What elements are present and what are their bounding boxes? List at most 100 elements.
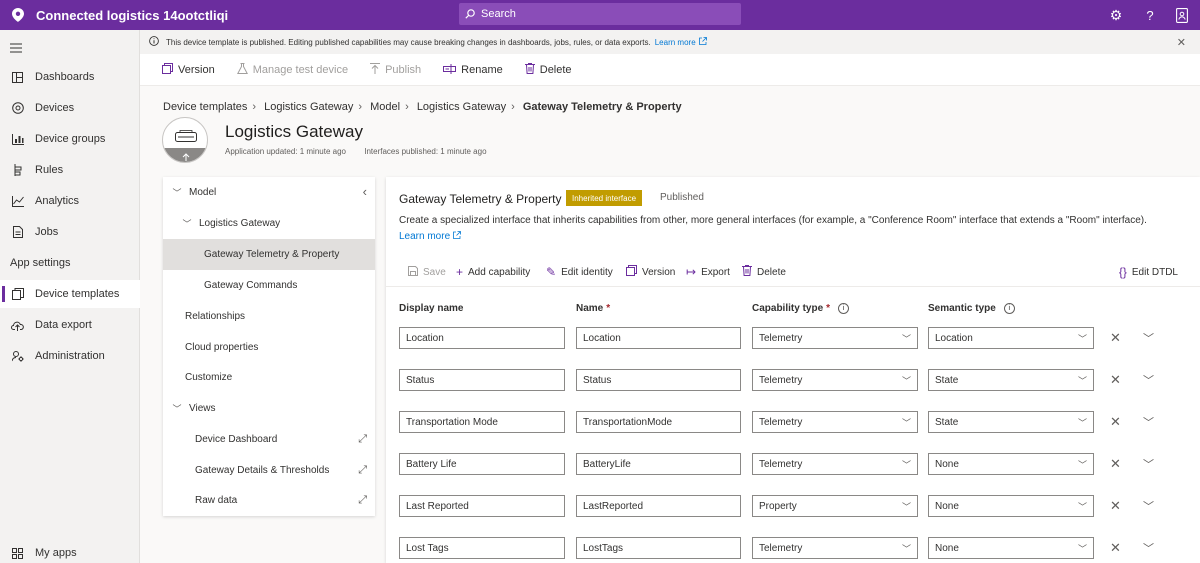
nav-item-my-apps[interactable]: My apps: [0, 539, 140, 563]
remove-capability-close-icon[interactable]: ✕: [1110, 414, 1121, 430]
nav-item-devices[interactable]: Devices: [0, 94, 140, 122]
tree-item-label: Device Dashboard: [195, 434, 278, 445]
publish-button[interactable]: Publish: [370, 62, 421, 77]
save-button[interactable]: Save: [408, 265, 446, 279]
capability-type-dropdown[interactable]: Telemetry ﹀: [752, 411, 918, 433]
nav-item-label: Analytics: [35, 195, 80, 207]
display-name-value: Location: [406, 332, 444, 344]
account-icon[interactable]: [1172, 5, 1192, 25]
name-input[interactable]: BatteryLife: [576, 453, 741, 475]
tree-item-relationships[interactable]: Relationships: [163, 301, 375, 332]
expand-row-chevron-down-icon[interactable]: ﹀: [1143, 540, 1154, 556]
column-header-semantic-type: Semantic type i: [928, 303, 1015, 314]
learn-more-link[interactable]: Learn more: [399, 231, 450, 242]
tree-item-cloud-properties[interactable]: Cloud properties: [163, 332, 375, 363]
breadcrumb-item[interactable]: Logistics Gateway: [417, 101, 506, 113]
semantic-type-dropdown[interactable]: None ﹀: [928, 495, 1094, 517]
expand-row-chevron-down-icon[interactable]: ﹀: [1143, 414, 1154, 430]
capability-type-dropdown[interactable]: Telemetry ﹀: [752, 537, 918, 559]
add-capability-button[interactable]: + Add capability: [456, 265, 530, 279]
display-name-input[interactable]: Status: [399, 369, 565, 391]
tree-item-customize[interactable]: Customize: [163, 362, 375, 393]
remove-capability-close-icon[interactable]: ✕: [1110, 330, 1121, 346]
name-input[interactable]: TransportationMode: [576, 411, 741, 433]
display-name-input[interactable]: Transportation Mode: [399, 411, 565, 433]
nav-item-analytics[interactable]: Analytics: [0, 187, 140, 215]
close-icon[interactable]: ✕: [1177, 36, 1186, 49]
tree-item-gateway-details-thresholds[interactable]: Gateway Details & Thresholds ⤢: [163, 455, 375, 486]
interface-delete-button[interactable]: Delete: [742, 265, 786, 279]
display-name-value: Lost Tags: [406, 542, 449, 554]
tree-item-gateway-telemetry-property[interactable]: Gateway Telemetry & Property: [163, 239, 375, 270]
capability-type-dropdown[interactable]: Telemetry ﹀: [752, 327, 918, 349]
capability-type-dropdown[interactable]: Property ﹀: [752, 495, 918, 517]
breadcrumb-item[interactable]: Logistics Gateway: [264, 101, 353, 113]
remove-capability-close-icon[interactable]: ✕: [1110, 498, 1121, 514]
search-placeholder: Search: [481, 8, 516, 20]
semantic-type-dropdown[interactable]: State ﹀: [928, 411, 1094, 433]
export-button[interactable]: ↦ Export: [686, 265, 730, 279]
nav-item-data-export[interactable]: Data export: [0, 311, 140, 339]
semantic-type-dropdown[interactable]: Location ﹀: [928, 327, 1094, 349]
interface-toolbar: Save + Add capability ✎ Edit identity Ve…: [386, 257, 1200, 287]
export-label: Export: [701, 266, 730, 278]
manage-test-device-button[interactable]: Manage test device: [236, 62, 349, 77]
interface-version-button[interactable]: Version: [626, 265, 675, 279]
hamburger-menu-icon[interactable]: [10, 42, 22, 53]
name-input[interactable]: Location: [576, 327, 741, 349]
semantic-type-dropdown[interactable]: None ﹀: [928, 453, 1094, 475]
tree-item-views[interactable]: ﹀ Views: [163, 393, 375, 424]
breadcrumb-item[interactable]: Device templates: [163, 101, 247, 113]
display-name-input[interactable]: Lost Tags: [399, 537, 565, 559]
capability-type-dropdown[interactable]: Telemetry ﹀: [752, 453, 918, 475]
search-input[interactable]: Search: [459, 3, 741, 25]
tree-item-logistics-gateway[interactable]: ﹀ Logistics Gateway: [163, 208, 375, 239]
name-input[interactable]: LostTags: [576, 537, 741, 559]
display-name-input[interactable]: Location: [399, 327, 565, 349]
expand-row-chevron-down-icon[interactable]: ﹀: [1143, 456, 1154, 472]
expand-row-chevron-down-icon[interactable]: ﹀: [1143, 330, 1154, 346]
display-name-input[interactable]: Last Reported: [399, 495, 565, 517]
nav-item-dashboards[interactable]: Dashboards: [0, 63, 140, 91]
remove-capability-close-icon[interactable]: ✕: [1110, 540, 1121, 556]
nav-item-device-groups[interactable]: Device groups: [0, 125, 140, 153]
tree-item-device-dashboard[interactable]: Device Dashboard ⤢: [163, 424, 375, 455]
help-icon[interactable]: ?: [1140, 5, 1160, 25]
nav-item-administration[interactable]: Administration: [0, 342, 140, 370]
edit-identity-button[interactable]: ✎ Edit identity: [546, 265, 613, 279]
version-button[interactable]: Version: [162, 62, 215, 77]
rename-button[interactable]: Rename: [443, 63, 503, 77]
expand-row-chevron-down-icon[interactable]: ﹀: [1143, 498, 1154, 514]
name-input[interactable]: LastReported: [576, 495, 741, 517]
info-icon[interactable]: i: [838, 303, 850, 314]
app-title[interactable]: Connected logistics 14ootctliqi: [36, 8, 228, 23]
display-name-input[interactable]: Battery Life: [399, 453, 565, 475]
remove-capability-close-icon[interactable]: ✕: [1110, 372, 1121, 388]
nav-item-label: Rules: [35, 164, 64, 176]
delete-button[interactable]: Delete: [524, 62, 572, 77]
expand-arrows-icon[interactable]: ⤢: [358, 433, 367, 446]
tree-item-model[interactable]: ﹀ Model: [163, 177, 375, 208]
trash-icon: [742, 265, 752, 279]
info-icon[interactable]: i: [1003, 303, 1015, 314]
nav-item-device-templates[interactable]: Device templates: [0, 280, 140, 308]
tree-item-label: Views: [189, 403, 216, 414]
breadcrumb-item[interactable]: Model: [370, 101, 400, 113]
expand-arrows-icon[interactable]: ⤢: [358, 494, 367, 507]
semantic-type-dropdown[interactable]: State ﹀: [928, 369, 1094, 391]
nav-item-rules[interactable]: Rules: [0, 156, 140, 184]
semantic-type-dropdown[interactable]: None ﹀: [928, 537, 1094, 559]
name-input[interactable]: Status: [576, 369, 741, 391]
tree-item-raw-data[interactable]: Raw data ⤢: [163, 485, 375, 516]
expand-arrows-icon[interactable]: ⤢: [358, 464, 367, 477]
expand-row-chevron-down-icon[interactable]: ﹀: [1143, 372, 1154, 388]
remove-capability-close-icon[interactable]: ✕: [1110, 456, 1121, 472]
manage-test-device-label: Manage test device: [252, 63, 349, 76]
export-arrow-icon: ↦: [686, 265, 697, 279]
edit-dtdl-button[interactable]: {} Edit DTDL: [1119, 265, 1178, 279]
banner-learn-more-link[interactable]: Learn more: [655, 38, 696, 47]
tree-item-gateway-commands[interactable]: Gateway Commands: [163, 270, 375, 301]
gear-icon[interactable]: ⚙: [1106, 5, 1126, 25]
nav-item-jobs[interactable]: Jobs: [0, 218, 140, 246]
capability-type-dropdown[interactable]: Telemetry ﹀: [752, 369, 918, 391]
